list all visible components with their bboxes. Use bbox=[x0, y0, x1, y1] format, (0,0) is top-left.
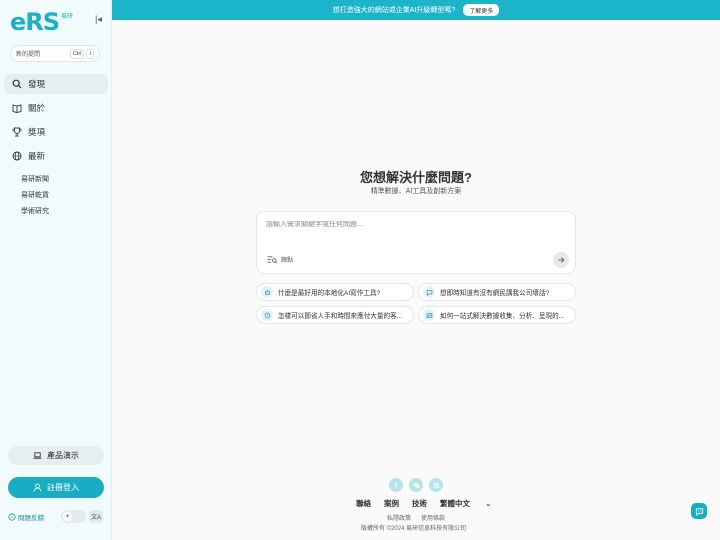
sidebar-item-latest[interactable]: 最新 bbox=[4, 146, 108, 166]
product-demo-button[interactable]: 產品演示 bbox=[8, 446, 104, 465]
banner-text: 想打造強大的網站或企業AI升級轉型嗎? bbox=[332, 7, 456, 14]
chat-icon bbox=[695, 507, 703, 516]
page-subtitle: 精準數據、AI工具及創新方案 bbox=[370, 188, 462, 195]
chat-support-button[interactable] bbox=[691, 503, 707, 519]
new-question-button[interactable]: 新的提問 Ctrl I bbox=[10, 45, 100, 62]
laptop-icon bbox=[33, 452, 42, 459]
learn-more-button[interactable]: 了解更多 bbox=[463, 4, 500, 16]
suggestion-chip[interactable]: 怎樣可以節省人手和時間來應付大量的客... bbox=[256, 306, 414, 324]
sidebar: eRS 易研 |◂ 新的提問 Ctrl I 發現 關於 獎項 最新 易研新聞 易… bbox=[0, 0, 112, 540]
collapse-sidebar-icon[interactable]: |◂ bbox=[95, 14, 102, 25]
sidebar-item-label: 獎項 bbox=[28, 127, 46, 137]
filter-button[interactable]: 篩點 bbox=[267, 255, 293, 264]
suggestion-chip[interactable]: 什麼是最好用的本地化AI寫作工具? bbox=[256, 283, 414, 301]
social-links bbox=[389, 478, 449, 492]
sub-item-insights[interactable]: 易研乾貨 bbox=[21, 188, 49, 204]
sidebar-item-label: 最新 bbox=[28, 151, 46, 161]
sub-item-research[interactable]: 學術研究 bbox=[21, 204, 49, 220]
product-demo-label: 產品演示 bbox=[47, 451, 79, 460]
sidebar-item-label: 發現 bbox=[28, 79, 46, 89]
footer-legal: 私隱政策 使用條款 bbox=[387, 513, 455, 522]
arrow-right-icon bbox=[558, 257, 565, 263]
search-icon bbox=[11, 79, 22, 90]
sun-icon: ☀ bbox=[63, 512, 72, 521]
language-select-label: 繁體中文 bbox=[440, 499, 470, 508]
chat-bubble-icon bbox=[8, 513, 16, 521]
history-icon bbox=[261, 309, 273, 321]
search-input[interactable] bbox=[266, 221, 556, 228]
feedback-link[interactable]: 問題反饋 bbox=[8, 512, 44, 522]
send-button[interactable] bbox=[553, 252, 569, 268]
register-login-button[interactable]: 註冊登入 bbox=[8, 477, 104, 498]
shortcut-i: I bbox=[86, 48, 94, 59]
suggestion-text: 什麼是最好用的本地化AI寫作工具? bbox=[278, 290, 381, 297]
suggestion-text: 怎樣可以節省人手和時間來應付大量的客... bbox=[278, 313, 403, 320]
sidebar-item-awards[interactable]: 獎項 bbox=[4, 122, 108, 142]
suggestion-text: 想即時知道有沒有網民講我公司壞話? bbox=[440, 290, 550, 297]
language-toggle-button[interactable]: 文A bbox=[89, 510, 103, 523]
facebook-icon[interactable] bbox=[389, 478, 403, 492]
user-icon bbox=[33, 483, 42, 492]
instagram-icon[interactable] bbox=[429, 478, 443, 492]
filter-search-icon bbox=[267, 256, 278, 264]
shortcut-ctrl: Ctrl bbox=[69, 48, 85, 59]
book-icon bbox=[11, 103, 22, 114]
page-title: 您想解決什麼問題? bbox=[360, 170, 472, 185]
chevron-down-icon: ⌄ bbox=[483, 499, 492, 508]
search-box: 篩點 bbox=[256, 211, 576, 274]
footer-link-contact[interactable]: 聯絡 bbox=[356, 498, 371, 509]
promo-banner: 想打造強大的網站或企業AI升級轉型嗎? 了解更多 bbox=[112, 0, 720, 20]
footer-link-cases[interactable]: 案例 bbox=[384, 498, 399, 509]
footer-links: 聯絡 案例 技術 繁體中文 ⌄ bbox=[356, 498, 517, 509]
logo-sub: 易研 bbox=[61, 14, 74, 20]
sidebar-nav: 發現 關於 獎項 最新 bbox=[4, 74, 108, 170]
latest-sub-list: 易研新聞 易研乾貨 學術研究 bbox=[21, 172, 49, 220]
sub-item-news[interactable]: 易研新聞 bbox=[21, 172, 49, 188]
speech-icon bbox=[423, 286, 435, 298]
sidebar-item-label: 關於 bbox=[28, 103, 46, 113]
wechat-icon[interactable] bbox=[409, 478, 423, 492]
sidebar-item-about[interactable]: 關於 bbox=[4, 98, 108, 118]
logo-text: eRS bbox=[10, 8, 60, 36]
suggestion-chip[interactable]: 想即時知道有沒有網民講我公司壞話? bbox=[418, 283, 576, 301]
suggestion-text: 如何一站式解決數據收集、分析、呈現的... bbox=[440, 313, 565, 320]
language-select[interactable]: 繁體中文 ⌄ bbox=[440, 498, 504, 509]
suggestion-chip[interactable]: 如何一站式解決數據收集、分析、呈現的... bbox=[418, 306, 576, 324]
logo[interactable]: eRS 易研 bbox=[10, 8, 73, 34]
translate-icon: 文A bbox=[90, 515, 101, 521]
trophy-icon bbox=[11, 127, 22, 138]
terms-of-use-link[interactable]: 使用條款 bbox=[421, 513, 445, 522]
globe-icon bbox=[11, 151, 22, 162]
filter-label: 篩點 bbox=[281, 258, 294, 264]
footer-link-tech[interactable]: 技術 bbox=[412, 498, 427, 509]
new-question-label: 新的提問 bbox=[16, 52, 41, 58]
theme-toggle[interactable]: ☀ bbox=[61, 510, 86, 523]
copyright: 版權所有 ©2024 易研信息科技有限公司 bbox=[361, 526, 467, 532]
register-login-label: 註冊登入 bbox=[47, 483, 79, 492]
sidebar-item-discover[interactable]: 發現 bbox=[4, 74, 108, 94]
image-chart-icon bbox=[423, 309, 435, 321]
privacy-policy-link[interactable]: 私隱政策 bbox=[387, 513, 411, 522]
feedback-label: 問題反饋 bbox=[18, 515, 44, 522]
robot-icon bbox=[261, 286, 273, 298]
